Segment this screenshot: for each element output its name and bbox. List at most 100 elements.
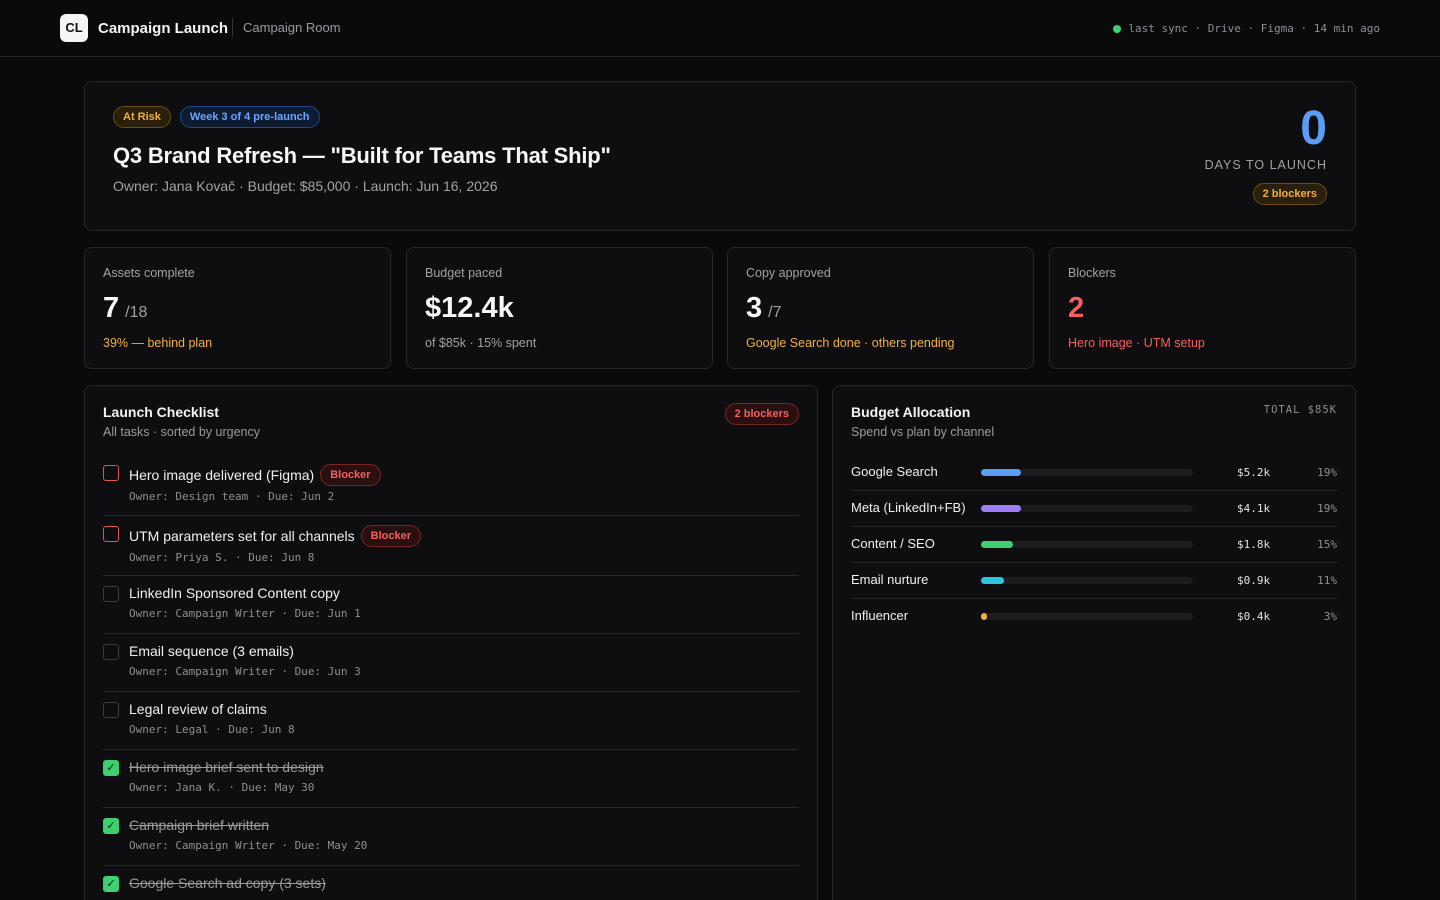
channel-row: Email nurture $0.9k 11% <box>851 563 1337 599</box>
stat-card-blockers: Blockers 2 Hero image · UTM setup <box>1049 247 1356 369</box>
task-checkbox-checked[interactable]: ✓ <box>103 760 119 776</box>
channel-progress-fill <box>981 613 987 620</box>
channel-row: Google Search $5.2k 19% <box>851 455 1337 491</box>
task-title-text: LinkedIn Sponsored Content copy <box>129 585 340 601</box>
panel-subtitle: Spend vs plan by channel <box>851 425 995 439</box>
task-title: Email sequence (3 emails) <box>129 643 294 659</box>
channel-amount: $4.1k <box>1237 502 1271 515</box>
app-title: Campaign Launch <box>98 20 229 37</box>
stat-card-copy: Copy approved 3/7 Google Search done · o… <box>727 247 1034 369</box>
stat-number: 2 <box>1068 292 1085 324</box>
channel-percent: 11% <box>1317 574 1337 587</box>
channel-amount: $0.4k <box>1237 610 1271 623</box>
task-row[interactable]: Legal review of claims Owner: Legal · Due… <box>103 701 799 750</box>
task-title: UTM parameters set for all channels Block… <box>129 525 421 547</box>
task-title-text: Hero image brief sent to design <box>129 759 324 775</box>
channel-percent: 19% <box>1317 502 1337 515</box>
blocker-badge: Blocker <box>320 464 381 486</box>
panel-subtitle: All tasks · sorted by urgency <box>103 425 261 439</box>
stat-number: 7 <box>103 292 120 324</box>
task-meta: Owner: Campaign Writer · Due: May 20 <box>129 839 368 852</box>
stat-value: 7/18 <box>103 292 147 325</box>
hero-blockers-badge[interactable]: 2 blockers <box>1252 183 1327 205</box>
stat-card-budget: Budget paced $12.4k of $85k · 15% spent <box>406 247 713 369</box>
stat-label: Blockers <box>1068 266 1116 280</box>
task-title: LinkedIn Sponsored Content copy <box>129 585 340 601</box>
stat-label: Assets complete <box>103 266 195 280</box>
panel-title: Budget Allocation <box>851 404 971 420</box>
task-row[interactable]: ✓ Google Search ad copy (3 sets) <box>103 875 799 900</box>
channel-progress-track <box>981 505 1193 512</box>
divider <box>232 18 233 37</box>
task-title: Google Search ad copy (3 sets) <box>129 875 326 891</box>
launch-checklist-panel: Launch Checklist All tasks · sorted by u… <box>84 385 818 900</box>
stat-sub: 39% — behind plan <box>103 336 213 350</box>
channel-progress-track <box>981 469 1193 476</box>
app-logo[interactable]: CL <box>60 14 88 42</box>
channel-progress-fill <box>981 505 1021 512</box>
task-row[interactable]: Email sequence (3 emails) Owner: Campaign… <box>103 643 799 692</box>
stat-label: Copy approved <box>746 266 831 280</box>
task-meta: Owner: Campaign Writer · Due: Jun 1 <box>129 607 361 620</box>
task-checkbox[interactable] <box>103 644 119 660</box>
room-label: Campaign Room <box>243 20 341 35</box>
sync-status: last sync · Drive · Figma · 14 min ago <box>1113 22 1380 35</box>
task-meta: Owner: Jana K. · Due: May 30 <box>129 781 315 794</box>
top-bar: CL Campaign Launch Campaign Room last sy… <box>0 0 1440 57</box>
budget-allocation-panel: Budget Allocation Spend vs plan by chann… <box>832 385 1356 900</box>
task-title-text: Legal review of claims <box>129 701 267 717</box>
task-checkbox[interactable] <box>103 465 119 481</box>
task-meta: Owner: Campaign Writer · Due: Jun 3 <box>129 665 361 678</box>
task-row[interactable]: ✓ Hero image brief sent to design Owner: J… <box>103 759 799 808</box>
panel-title: Launch Checklist <box>103 404 219 420</box>
days-to-launch-label: DAYS TO LAUNCH <box>1204 158 1327 172</box>
stat-label: Budget paced <box>425 266 503 280</box>
channel-progress-track <box>981 613 1193 620</box>
sync-text: last sync · Drive · Figma · 14 min ago <box>1128 22 1380 35</box>
check-icon: ✓ <box>106 878 116 890</box>
stat-sub: Hero image · UTM setup <box>1068 336 1205 350</box>
campaign-hero-card: At Risk Week 3 of 4 pre-launch Q3 Brand … <box>84 81 1356 231</box>
channel-name: Influencer <box>851 608 909 623</box>
channel-percent: 15% <box>1317 538 1337 551</box>
task-checkbox-checked[interactable]: ✓ <box>103 818 119 834</box>
task-title-text: Email sequence (3 emails) <box>129 643 294 659</box>
channel-progress-fill <box>981 541 1013 548</box>
task-title: Hero image delivered (Figma) Blocker <box>129 464 381 486</box>
task-row[interactable]: LinkedIn Sponsored Content copy Owner: Ca… <box>103 585 799 634</box>
stat-of: /18 <box>125 304 148 321</box>
task-title-text: Google Search ad copy (3 sets) <box>129 875 326 891</box>
channel-percent: 19% <box>1317 466 1337 479</box>
channel-row: Content / SEO $1.8k 15% <box>851 527 1337 563</box>
task-checkbox[interactable] <box>103 702 119 718</box>
channel-name: Meta (LinkedIn+FB) <box>851 500 966 515</box>
week-badge: Week 3 of 4 pre-launch <box>179 106 320 128</box>
task-row[interactable]: Hero image delivered (Figma) Blocker Owner… <box>103 464 799 516</box>
task-title-text: UTM parameters set for all channels <box>129 528 355 544</box>
task-title: Campaign brief written <box>129 817 269 833</box>
task-meta: Owner: Legal · Due: Jun 8 <box>129 723 295 736</box>
days-to-launch-value: 0 <box>1300 102 1327 155</box>
channel-percent: 3% <box>1323 610 1337 623</box>
task-row[interactable]: UTM parameters set for all channels Block… <box>103 525 799 576</box>
task-meta: Owner: Priya S. · Due: Jun 8 <box>129 551 315 564</box>
stat-value: 3/7 <box>746 292 781 325</box>
channel-amount: $1.8k <box>1237 538 1271 551</box>
channel-name: Email nurture <box>851 572 929 587</box>
task-checkbox[interactable] <box>103 586 119 602</box>
task-title-text: Hero image delivered (Figma) <box>129 467 315 483</box>
task-title: Hero image brief sent to design <box>129 759 324 775</box>
task-checkbox[interactable] <box>103 526 119 542</box>
task-row[interactable]: ✓ Campaign brief written Owner: Campaign W… <box>103 817 799 866</box>
campaign-meta: Owner: Jana Kovač · Budget: $85,000 · La… <box>113 178 498 194</box>
channel-progress-track <box>981 541 1193 548</box>
stat-value: $12.4k <box>425 292 520 325</box>
channel-name: Content / SEO <box>851 536 935 551</box>
sync-status-dot-icon <box>1113 24 1122 33</box>
stat-sub: of $85k · 15% spent <box>425 336 537 350</box>
task-checkbox-checked[interactable]: ✓ <box>103 876 119 892</box>
stat-sub: Google Search done · others pending <box>746 336 955 350</box>
checklist-blockers-badge[interactable]: 2 blockers <box>724 403 799 425</box>
task-title-text: Campaign brief written <box>129 817 270 833</box>
channel-name: Google Search <box>851 464 938 479</box>
